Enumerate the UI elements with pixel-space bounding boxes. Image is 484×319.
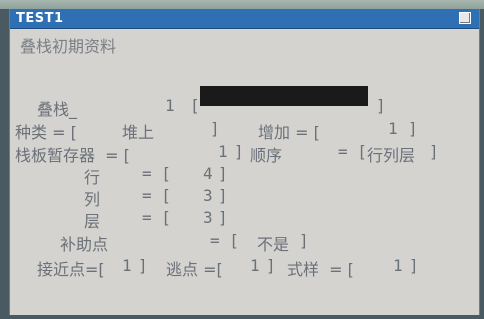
increase-bracket-close: ] [408,119,418,138]
aux-point-label: 补助点 [60,235,109,254]
stack-comment-field[interactable] [200,86,368,106]
order-bracket-close: ] [429,142,439,161]
buffer-bracket-close: ] [234,142,244,161]
order-label: 顺序 [250,146,283,165]
window-maximize-button[interactable] [459,12,471,24]
window-title: TEST1 [16,11,64,26]
style-bracket-close: ] [409,256,419,275]
col-eq: = [ [142,186,171,205]
stack-label: 叠栈_ [37,100,78,119]
screen-subtitle: 叠栈初期资料 [20,37,117,56]
row-eq: = [ [142,164,171,183]
stack-bracket-close: ] [376,96,386,115]
buffer-value[interactable]: 1 [218,142,228,161]
increase-label: 增加 = [ [258,123,320,142]
col-value[interactable]: 3 [203,186,213,205]
layer-bracket-close: ] [218,208,228,227]
style-value[interactable]: 1 [393,256,403,275]
row-value[interactable]: 4 [203,164,213,183]
buffer-label: 栈板暂存器 = [ [15,146,130,165]
type-bracket-close: ] [210,119,220,138]
type-label: 种类 = [ [15,123,77,142]
style-label: 式样 = [ [287,260,354,279]
teach-pendant-window: TEST1 叠栈初期资料 叠栈_ 1 [ ] 种类 = [ 堆上 ] 增加 = … [9,9,480,315]
approach-bracket-close: ] [138,256,148,275]
increase-value[interactable]: 1 [388,119,398,138]
layer-value[interactable]: 3 [203,208,213,227]
title-bar: TEST1 [10,9,479,29]
stack-bracket-open: [ [190,96,200,115]
escape-bracket-close: ] [266,256,276,275]
order-value[interactable]: 行列层 [367,142,415,166]
escape-label: 逃点 =[ [166,260,223,279]
approach-label: 接近点=[ [37,260,105,279]
approach-value[interactable]: 1 [122,256,132,275]
aux-point-bracket-close: ] [299,231,309,250]
stack-number: 1 [165,96,175,115]
row-label: 行 [84,168,101,187]
col-label: 列 [84,190,101,209]
aux-point-value[interactable]: 不是 [257,231,289,255]
screen-bezel [0,0,484,9]
escape-value[interactable]: 1 [250,256,260,275]
type-value[interactable]: 堆上 [122,119,154,143]
col-bracket-close: ] [218,186,228,205]
layer-eq: = [ [142,208,171,227]
order-eq: = [ [338,142,367,161]
aux-point-eq: = [ [210,231,239,250]
layer-label: 层 [84,212,101,231]
row-bracket-close: ] [218,164,228,183]
